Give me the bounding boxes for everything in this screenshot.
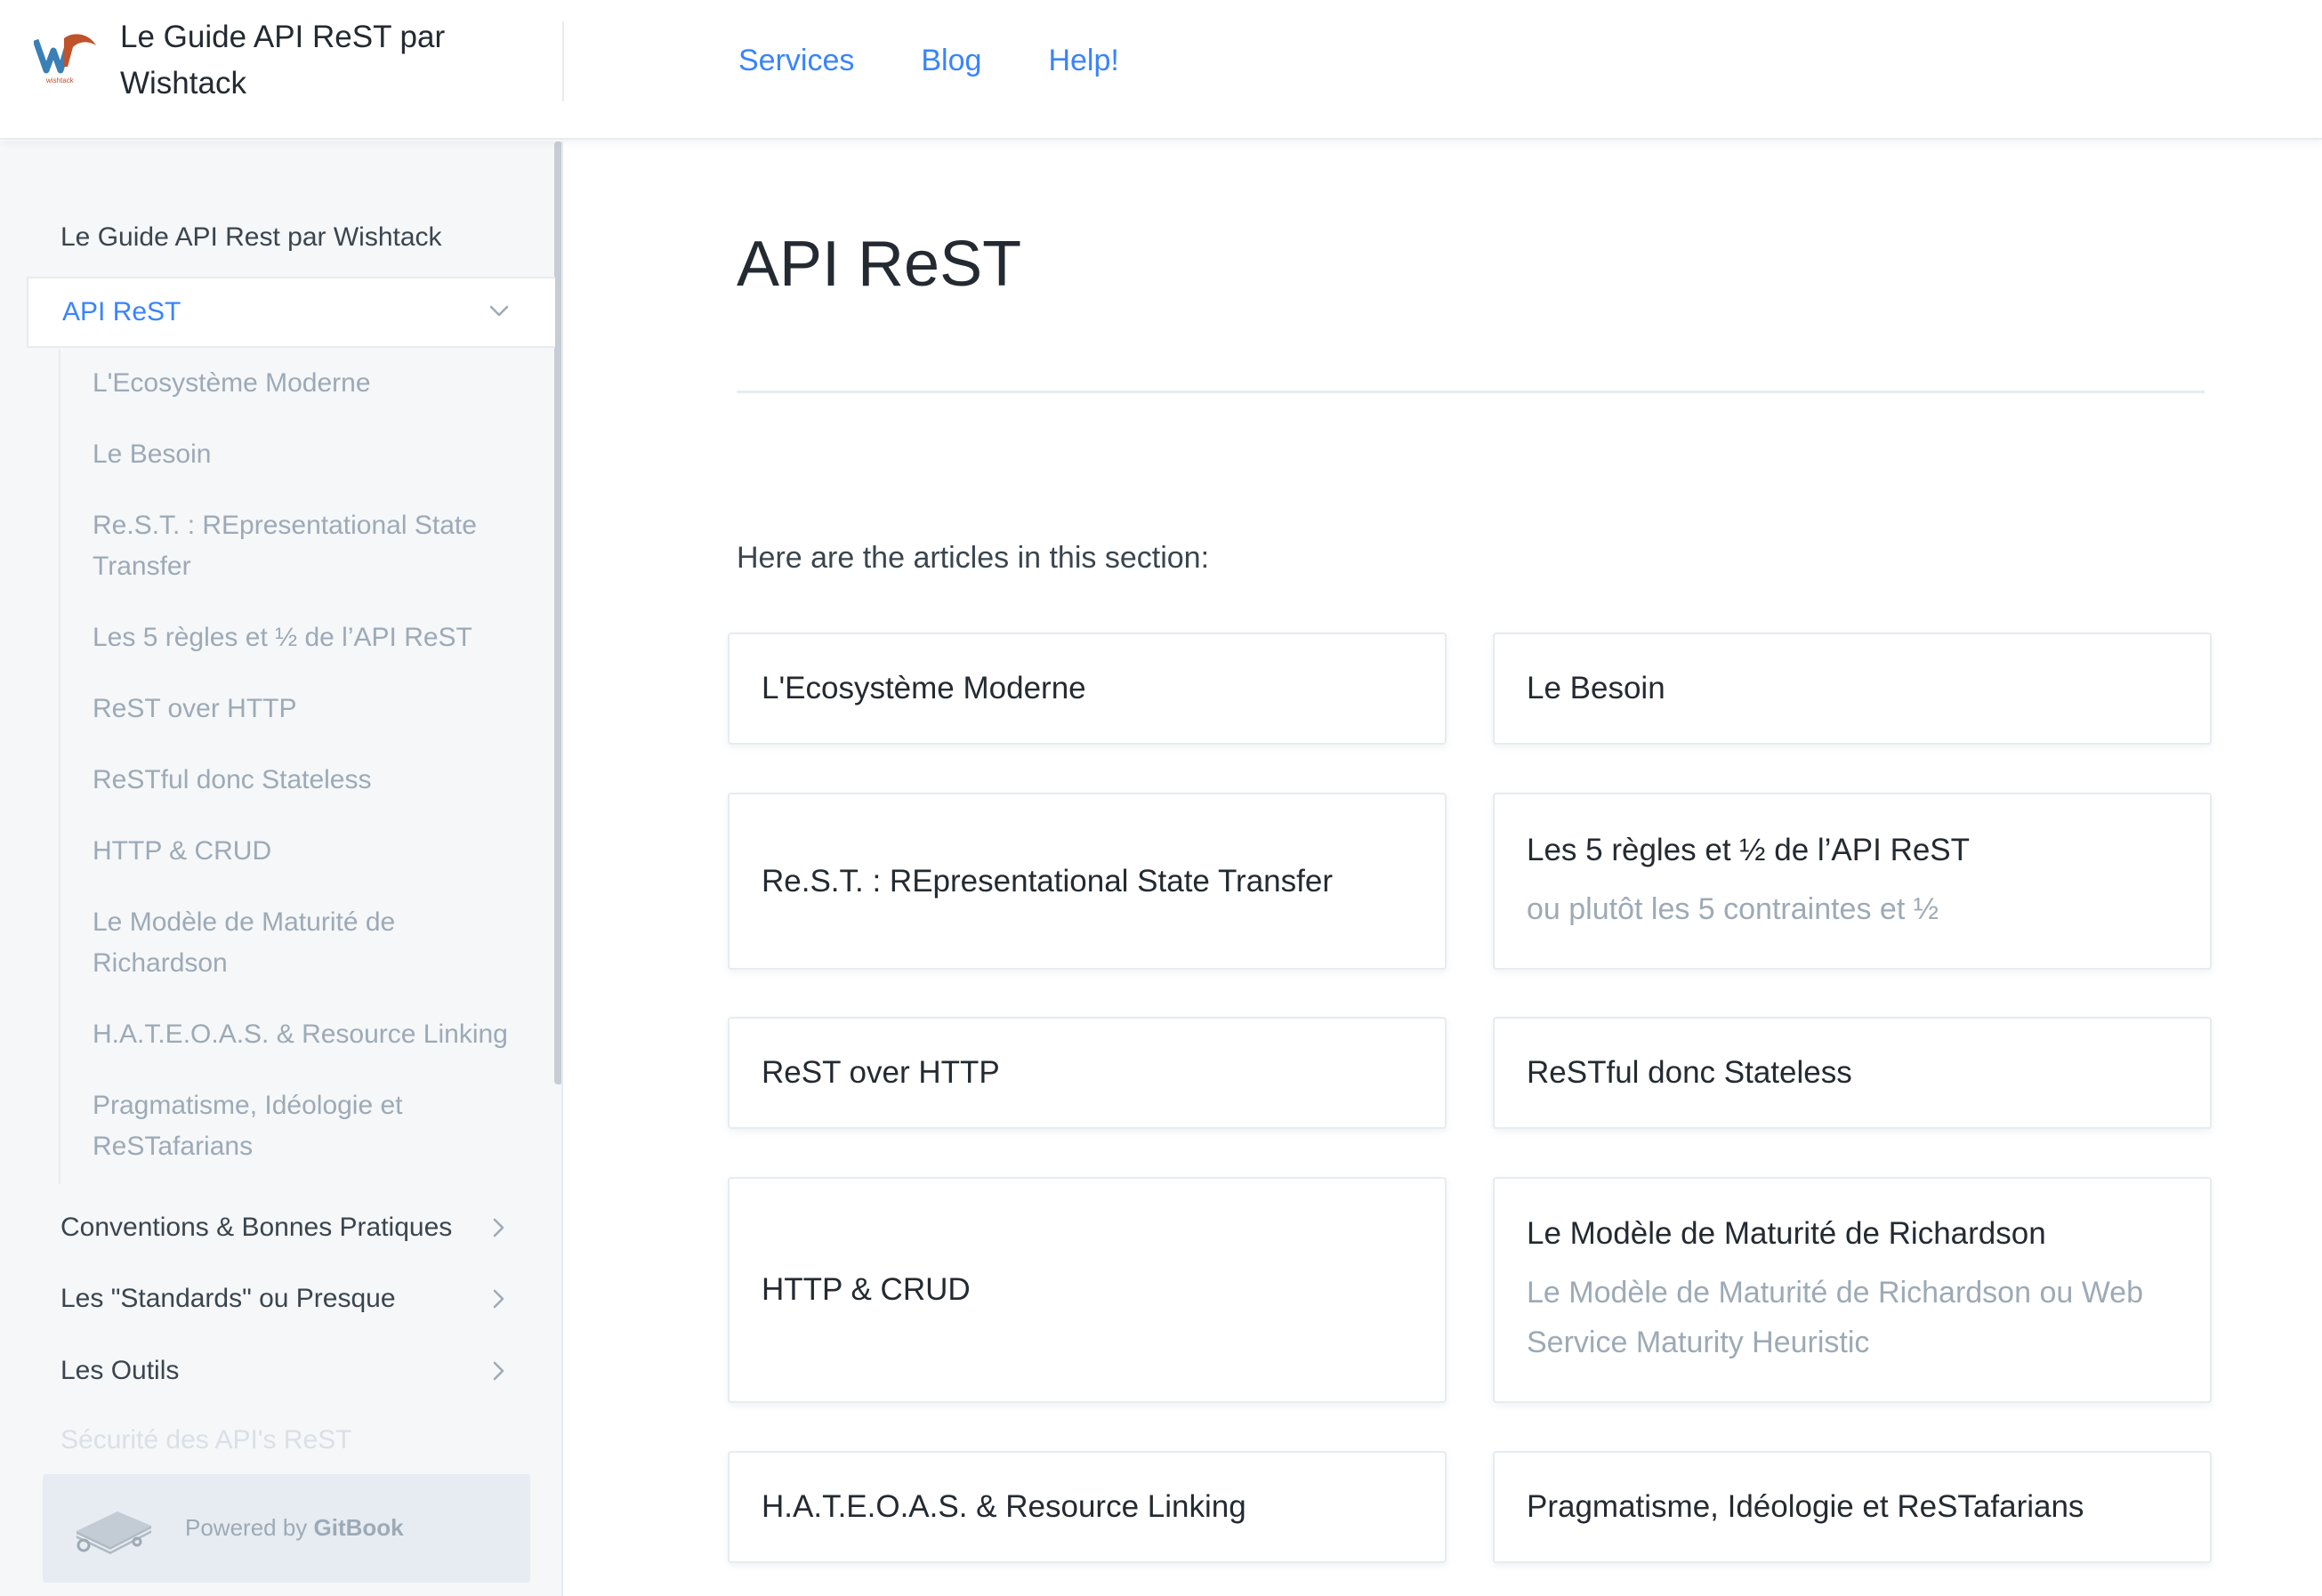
gitbook-icon — [76, 1511, 152, 1554]
chevron-right-icon[interactable] — [486, 1286, 511, 1311]
nav-link-services[interactable]: Services — [738, 39, 854, 82]
sidebar-subitem-richardson[interactable]: Le Modèle de Maturité de Richardson — [60, 889, 557, 1001]
sidebar-subitem-hateoas[interactable]: H.A.T.E.O.A.S. & Resource Linking — [60, 1001, 557, 1072]
sidebar-item-conventions[interactable]: Conventions & Bonnes Pratiques — [60, 1210, 523, 1245]
sidebar-item-label: Les Outils — [60, 1356, 180, 1385]
card-description: ou plutôt les 5 contraintes et ½ — [1527, 891, 1939, 926]
sidebar-item-label: Conventions & Bonnes Pratiques — [60, 1213, 453, 1242]
sidebar-item-root[interactable]: Le Guide API Rest par Wishtack — [60, 220, 442, 255]
powered-brand: GitBook — [313, 1514, 404, 1541]
article-card[interactable]: Le Modèle de Maturité de Richardson Le M… — [1493, 1177, 2212, 1403]
sidebar-subitem-rest[interactable]: Re.S.T. : REpresentational State Transfe… — [60, 492, 557, 604]
nav-link-blog[interactable]: Blog — [921, 39, 981, 82]
page-title: API ReST — [737, 229, 1022, 300]
main-content: API ReST Here are the articles in this s… — [563, 141, 2322, 1596]
card-title: Re.S.T. : REpresentational State Transfe… — [762, 863, 1333, 899]
card-title: Le Besoin — [1527, 671, 1665, 705]
title-divider — [737, 391, 2205, 393]
sidebar-subitem-5-regles[interactable]: Les 5 règles et ½ de l’API ReST — [60, 604, 557, 675]
article-card[interactable]: H.A.T.E.O.A.S. & Resource Linking — [728, 1451, 1447, 1563]
header-divider — [562, 21, 564, 101]
card-description: Le Modèle de Maturité de Richardson ou W… — [1527, 1276, 2143, 1359]
sidebar-item-label: API ReST — [62, 297, 181, 326]
site-title[interactable]: Le Guide API ReST par Wishtack — [120, 14, 494, 107]
article-card[interactable]: Pragmatisme, Idéologie et ReSTafarians — [1493, 1451, 2212, 1563]
article-card[interactable]: L'Ecosystème Moderne — [728, 633, 1447, 745]
powered-by-gitbook[interactable]: Powered by GitBook — [43, 1474, 530, 1583]
powered-by-text: Powered by GitBook — [185, 1511, 404, 1544]
sidebar-item-api-rest[interactable]: API ReST — [27, 277, 555, 348]
wishtack-logo[interactable]: wishtack — [34, 31, 98, 86]
sidebar-subitem-pragmatisme[interactable]: Pragmatisme, Idéologie et ReSTafarians — [60, 1072, 557, 1184]
sidebar-subitem-besoin[interactable]: Le Besoin — [60, 421, 557, 492]
sidebar-item-outils[interactable]: Les Outils — [60, 1353, 523, 1389]
sidebar: Le Guide API Rest par Wishtack API ReST … — [0, 141, 563, 1596]
sidebar-subitem-rest-over-http[interactable]: ReST over HTTP — [60, 675, 557, 746]
sidebar-item-standards[interactable]: Les "Standards" ou Presque — [60, 1281, 523, 1317]
section-intro: Here are the articles in this section: — [737, 541, 1210, 575]
sidebar-subitem-ecosysteme[interactable]: L'Ecosystème Moderne — [60, 350, 557, 421]
card-title: Pragmatisme, Idéologie et ReSTafarians — [1527, 1489, 2084, 1524]
card-title: HTTP & CRUD — [762, 1272, 971, 1307]
card-title: Les 5 règles et ½ de l’API ReST — [1527, 832, 1971, 867]
chevron-right-icon[interactable] — [486, 1215, 511, 1240]
chevron-down-icon[interactable] — [486, 298, 512, 325]
nav-link-help[interactable]: Help! — [1048, 39, 1118, 82]
card-title: L'Ecosystème Moderne — [762, 671, 1086, 705]
article-card[interactable]: Re.S.T. : REpresentational State Transfe… — [728, 793, 1447, 970]
top-nav: Services Blog Help! — [738, 39, 1186, 82]
sidebar-item-label: Les "Standards" ou Presque — [60, 1284, 396, 1313]
article-card[interactable]: HTTP & CRUD — [728, 1177, 1447, 1403]
chevron-right-icon[interactable] — [486, 1358, 511, 1383]
powered-prefix: Powered by — [185, 1514, 314, 1541]
sidebar-subitem-http-crud[interactable]: HTTP & CRUD — [60, 818, 557, 889]
article-card[interactable]: Le Besoin — [1493, 633, 2212, 745]
card-title: H.A.T.E.O.A.S. & Resource Linking — [762, 1489, 1246, 1524]
article-card[interactable]: ReSTful donc Stateless — [1493, 1017, 2212, 1129]
article-card[interactable]: ReST over HTTP — [728, 1017, 1447, 1129]
logo-wordmark: wishtack — [45, 77, 75, 85]
sidebar-item-securite[interactable]: Sécurité des API's ReST — [60, 1423, 352, 1458]
top-header: wishtack Le Guide API ReST par Wishtack … — [0, 0, 2322, 140]
card-title: Le Modèle de Maturité de Richardson — [1527, 1216, 2046, 1251]
sidebar-subitem-stateless[interactable]: ReSTful donc Stateless — [60, 746, 557, 818]
sidebar-subnav: L'Ecosystème Moderne Le Besoin Re.S.T. :… — [59, 350, 557, 1184]
article-card[interactable]: Les 5 règles et ½ de l’API ReST ou plutô… — [1493, 793, 2212, 970]
card-title: ReST over HTTP — [762, 1055, 1000, 1090]
card-title: ReSTful donc Stateless — [1527, 1055, 1852, 1090]
